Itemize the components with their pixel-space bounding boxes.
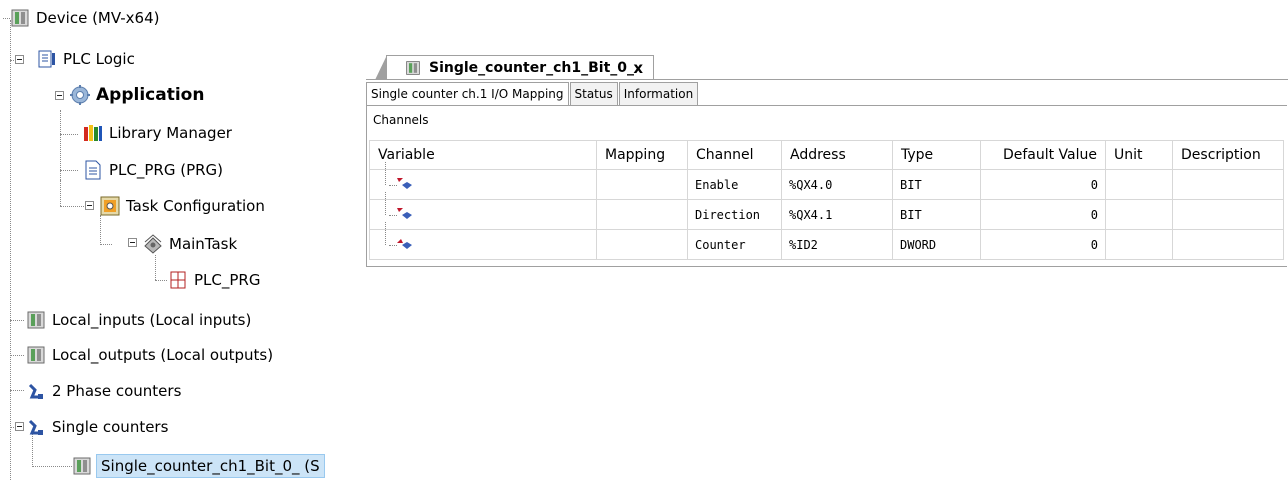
- type-cell: DWORD: [892, 229, 981, 260]
- tree-item-task-configuration[interactable]: Task Configuration: [100, 191, 265, 221]
- column-header[interactable]: Variable: [369, 140, 597, 170]
- plc-logic-icon: [37, 49, 57, 69]
- device-icon: [10, 8, 30, 28]
- unit-cell: [1105, 199, 1173, 230]
- io-mapping-panel: Channels Variable Mapping Channel Addres…: [366, 105, 1287, 267]
- column-header[interactable]: Mapping: [596, 140, 688, 170]
- mapping-cell[interactable]: [596, 199, 688, 230]
- tree-item-library-manager[interactable]: Library Manager: [83, 118, 232, 148]
- variable-cell[interactable]: [369, 161, 597, 200]
- tree-item-2-phase-counters[interactable]: 2 Phase counters: [26, 376, 181, 406]
- local-inputs-label: Local_inputs (Local inputs): [52, 311, 252, 329]
- tree-item-local-outputs[interactable]: Local_outputs (Local outputs): [26, 340, 273, 370]
- channel-cell: Enable: [687, 169, 782, 200]
- close-icon[interactable]: x: [633, 59, 643, 77]
- variable-cell[interactable]: [369, 191, 597, 230]
- device-editor: Single_counter_ch1_Bit_0_ x Single count…: [366, 55, 1288, 267]
- task-configuration-label: Task Configuration: [126, 197, 265, 215]
- table-row[interactable]: Counter %ID2 DWORD 0: [369, 221, 1284, 260]
- column-header[interactable]: Address: [781, 140, 893, 170]
- tab-information[interactable]: Information: [618, 82, 699, 106]
- program-icon: [83, 160, 103, 180]
- maintask-expander[interactable]: [128, 238, 137, 247]
- device-label: Device (MV-x64): [36, 9, 160, 27]
- table-row[interactable]: Enable %QX4.0 BIT 0: [369, 161, 1284, 200]
- editor-subtabs: Single counter ch.1 I/O Mapping Status I…: [366, 82, 699, 106]
- document-tab[interactable]: Single_counter_ch1_Bit_0_ x: [375, 55, 654, 80]
- maintask-label: MainTask: [169, 235, 238, 253]
- output-channel-icon: [385, 161, 412, 194]
- type-cell: BIT: [892, 199, 981, 230]
- address-cell: %QX4.1: [781, 199, 893, 230]
- address-cell: %ID2: [781, 229, 893, 260]
- application-label: Application: [96, 85, 205, 105]
- tab-io-mapping[interactable]: Single counter ch.1 I/O Mapping: [366, 82, 569, 106]
- column-header[interactable]: Description: [1172, 140, 1284, 170]
- section-title: Channels: [373, 113, 429, 127]
- mapping-cell[interactable]: [596, 169, 688, 200]
- address-cell: %QX4.0: [781, 169, 893, 200]
- tree-item-application[interactable]: Application: [70, 80, 204, 110]
- device-icon: [72, 456, 92, 476]
- local-outputs-label: Local_outputs (Local outputs): [52, 346, 274, 364]
- column-header[interactable]: Type: [892, 140, 981, 170]
- variable-cell[interactable]: [369, 221, 597, 260]
- tree-item-local-inputs[interactable]: Local_inputs (Local inputs): [26, 305, 251, 335]
- tree-item-maintask[interactable]: MainTask: [143, 229, 237, 259]
- application-expander[interactable]: [55, 91, 64, 100]
- device-tree: Device (MV-x64) PLC Logic Application Li…: [0, 0, 345, 481]
- library-manager-label: Library Manager: [109, 124, 232, 142]
- library-icon: [83, 123, 103, 143]
- tree-item-single-counters[interactable]: Single counters: [26, 412, 168, 442]
- description-cell: [1172, 199, 1284, 230]
- tab-strip-line: [366, 79, 1288, 80]
- output-channel-icon: [385, 191, 412, 224]
- task-configuration-expander[interactable]: [85, 201, 94, 210]
- tree-item-maintask-plc-prg[interactable]: PLC_PRG: [168, 265, 260, 295]
- type-cell: BIT: [892, 169, 981, 200]
- device-icon: [405, 60, 421, 76]
- single-counters-expander[interactable]: [15, 422, 24, 431]
- input-channel-icon: [385, 221, 412, 254]
- tree-item-plc-prg[interactable]: PLC_PRG (PRG): [83, 155, 223, 185]
- 2-phase-counters-label: 2 Phase counters: [52, 382, 182, 400]
- plc-prg-label: PLC_PRG (PRG): [109, 161, 224, 179]
- default-value-cell[interactable]: 0: [980, 169, 1106, 200]
- maintask-prg-label: PLC_PRG: [194, 271, 261, 289]
- document-tab-label: Single_counter_ch1_Bit_0_: [429, 59, 635, 76]
- plc-logic-expander[interactable]: [15, 55, 24, 64]
- counter-folder-icon: [26, 381, 46, 401]
- program-call-icon: [168, 270, 188, 290]
- device-icon: [26, 345, 46, 365]
- single-counters-label: Single counters: [52, 418, 169, 436]
- device-icon: [26, 310, 46, 330]
- mapping-cell[interactable]: [596, 229, 688, 260]
- tree-item-single-counter-ch1[interactable]: Single_counter_ch1_Bit_0_ (S: [72, 451, 325, 481]
- counter-folder-icon: [26, 417, 46, 437]
- plc-logic-label: PLC Logic: [63, 50, 135, 68]
- table-row[interactable]: Direction %QX4.1 BIT 0: [369, 191, 1284, 230]
- channel-cell: Counter: [687, 229, 782, 260]
- column-header[interactable]: Default Value: [980, 140, 1106, 170]
- task-icon: [143, 234, 163, 254]
- unit-cell: [1105, 229, 1173, 260]
- gear-icon: [70, 85, 90, 105]
- channels-table: Variable Mapping Channel Address Type De…: [369, 140, 1284, 260]
- tree-item-device[interactable]: Device (MV-x64): [10, 3, 159, 33]
- unit-cell: [1105, 169, 1173, 200]
- tree-item-plc-logic[interactable]: PLC Logic: [37, 44, 135, 74]
- default-value-cell[interactable]: 0: [980, 229, 1106, 260]
- description-cell: [1172, 169, 1284, 200]
- default-value-cell[interactable]: 0: [980, 199, 1106, 230]
- tab-status[interactable]: Status: [569, 82, 618, 106]
- single-counter-ch1-label: Single_counter_ch1_Bit_0_ (S: [96, 454, 325, 478]
- task-configuration-icon: [100, 196, 120, 216]
- description-cell: [1172, 229, 1284, 260]
- channel-cell: Direction: [687, 199, 782, 230]
- column-header[interactable]: Channel: [687, 140, 782, 170]
- column-header[interactable]: Unit: [1105, 140, 1173, 170]
